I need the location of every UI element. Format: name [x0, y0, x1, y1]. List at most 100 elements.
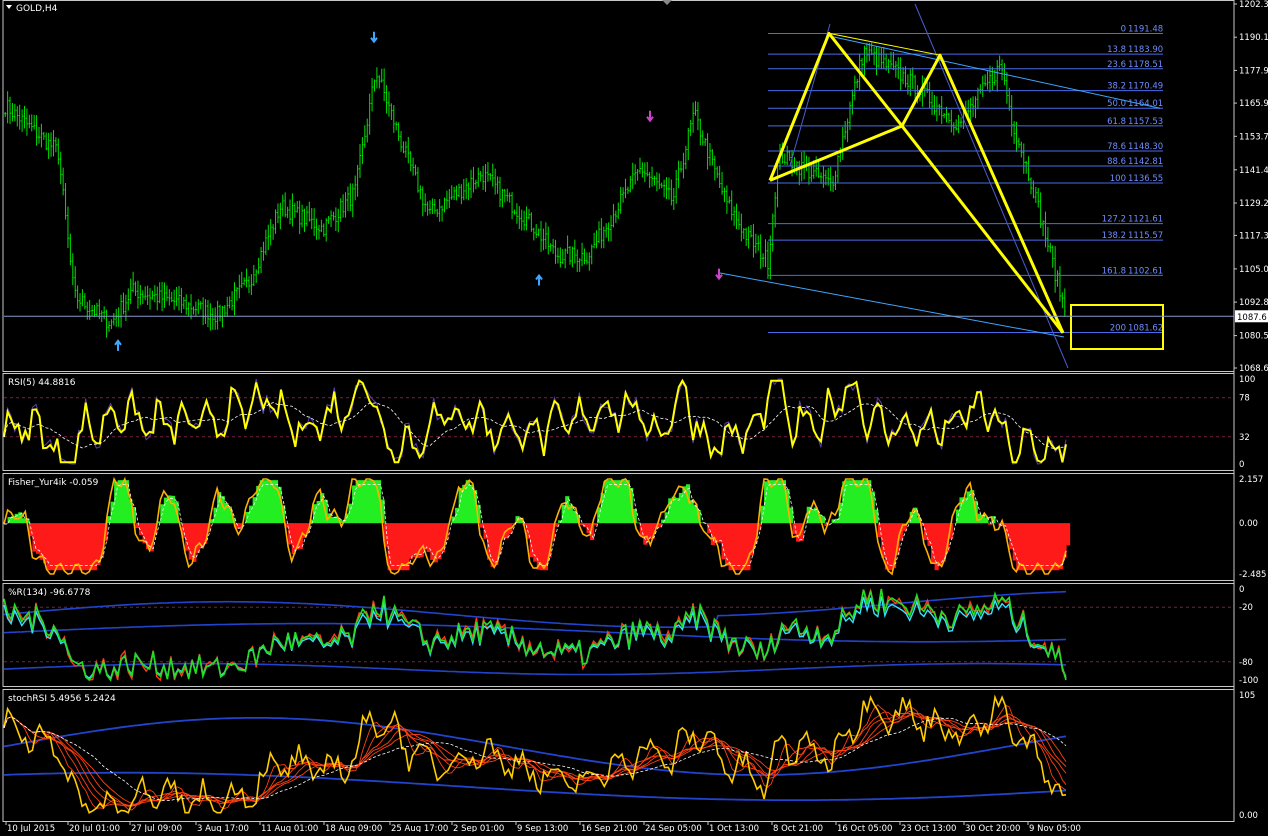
fisher-bar — [370, 480, 374, 523]
fib-level-label: 50.0 — [1107, 99, 1126, 109]
fisher-bar — [927, 523, 931, 546]
indicator-axis-label: 100 — [1239, 375, 1255, 385]
indicator-title: RSI(5) 44.8816 — [8, 378, 76, 388]
time-axis-label: 16 Sep 21:00 — [581, 824, 638, 832]
fib-level-label: 127.2 — [1102, 215, 1126, 225]
fib-level-price: 1148.30 — [1128, 142, 1163, 152]
fisher-bar — [1041, 523, 1045, 570]
fib-level-price: 1170.49 — [1128, 82, 1163, 92]
price-axis-label: 1177.9 — [1239, 66, 1268, 76]
price-axis-label: 1202.3 — [1239, 0, 1268, 10]
fisher-bar — [391, 523, 395, 570]
price-axis-label: 1117.3 — [1239, 231, 1268, 241]
fisher-bar — [1030, 523, 1034, 570]
trading-chart[interactable]: 01191.4813.81183.9023.61178.5138.21170.4… — [0, 0, 1268, 832]
price-axis-label: 1153.7 — [1239, 132, 1268, 142]
time-axis-label: 30 Oct 20:00 — [965, 824, 1020, 832]
fisher-bar — [22, 518, 26, 523]
fib-level-price: 1142.81 — [1128, 157, 1163, 167]
fisher-bar — [1045, 523, 1049, 570]
fib-level-label: 0 — [1121, 24, 1126, 34]
fisher-bar — [54, 523, 58, 570]
fisher-bar — [604, 480, 608, 523]
time-axis-label: 1 Oct 13:00 — [709, 824, 759, 832]
price-axis-label: 1190.1 — [1239, 33, 1268, 43]
fisher-bar — [1027, 523, 1031, 570]
fisher-bar — [196, 523, 200, 553]
indicator-axis-label: -20 — [1239, 603, 1253, 613]
fisher-bar — [395, 523, 399, 570]
fisher-bar — [189, 523, 193, 559]
fisher-bar — [164, 498, 168, 524]
time-axis-label: 8 Oct 21:00 — [773, 824, 823, 832]
fib-level-price: 1157.53 — [1128, 117, 1163, 127]
chart-symbol-title: GOLD,H4 — [16, 4, 58, 14]
time-axis-label: 2 Sep 01:00 — [453, 824, 504, 832]
fisher-bar — [810, 509, 814, 523]
indicator-axis-label: 0 — [1239, 585, 1244, 595]
time-axis-label: 24 Sep 05:00 — [645, 824, 702, 832]
fisher-bar — [171, 496, 175, 523]
chart-window[interactable]: 01191.4813.81183.9023.61178.5138.21170.4… — [0, 0, 1268, 832]
fisher-bar — [420, 523, 424, 557]
fisher-bar — [274, 480, 278, 523]
fisher-bar — [1009, 523, 1013, 549]
fib-level-label: 138.2 — [1102, 231, 1126, 241]
fisher-bar — [427, 523, 431, 552]
fisher-bar — [86, 523, 90, 570]
fib-level-price: 1102.61 — [1128, 266, 1163, 276]
fisher-bar — [430, 523, 434, 560]
fisher-bar — [732, 523, 736, 570]
fisher-bar — [967, 491, 971, 523]
fisher-bar — [665, 512, 669, 523]
fisher-bar — [622, 480, 626, 523]
time-axis-label: 20 Jul 01:00 — [69, 824, 120, 832]
fisher-bar — [679, 493, 683, 523]
fisher-bar — [864, 480, 868, 523]
fisher-bar — [1066, 523, 1070, 545]
time-axis-label: 25 Aug 17:00 — [391, 824, 448, 832]
fisher-bar — [860, 480, 864, 523]
time-axis-label: 9 Nov 05:00 — [1029, 824, 1081, 832]
indicator-axis-label: 0.00 — [1239, 811, 1258, 821]
price-axis-label: 1129.2 — [1239, 199, 1268, 209]
indicator-title: Fisher_Yur4ik -0.059 — [8, 478, 99, 488]
price-axis-label: 1068.6 — [1239, 364, 1268, 374]
current-price-label: 1087.6 — [1237, 313, 1267, 323]
fisher-bar — [249, 506, 253, 524]
fisher-bar — [849, 480, 853, 523]
fisher-bar — [1048, 523, 1052, 570]
fisher-bar — [68, 523, 72, 570]
fisher-bar — [36, 523, 40, 554]
fisher-bar — [469, 485, 473, 523]
fisher-bar — [64, 523, 68, 570]
indicator-axis-label: 78 — [1239, 394, 1250, 404]
fib-level-label: 100 — [1110, 174, 1126, 184]
fisher-bar — [931, 523, 935, 563]
fisher-bar — [796, 523, 800, 542]
fisher-bar — [736, 523, 740, 570]
fisher-bar — [409, 523, 413, 559]
fisher-bar — [1013, 523, 1017, 560]
fisher-bar — [1023, 523, 1027, 570]
time-axis-label: 23 Oct 13:00 — [901, 824, 956, 832]
price-axis-label: 1080.5 — [1239, 332, 1268, 342]
fisher-bar — [778, 480, 782, 523]
price-axis-label: 1141.4 — [1239, 166, 1268, 176]
indicator-axis-label: -2.485 — [1239, 570, 1266, 580]
fisher-bar — [71, 523, 75, 570]
chart-background — [0, 0, 1268, 832]
fib-level-label: 61.8 — [1107, 117, 1126, 127]
fisher-bar — [675, 498, 679, 523]
time-axis-label: 16 Oct 05:00 — [837, 824, 892, 832]
fisher-bar — [79, 523, 83, 570]
fib-level-label: 23.6 — [1107, 60, 1126, 70]
fisher-bar — [846, 480, 850, 523]
time-axis-label: 3 Aug 17:00 — [197, 824, 249, 832]
time-axis-label: 10 Jul 2015 — [7, 824, 55, 832]
fisher-bar — [611, 480, 615, 523]
indicator-title: stochRSI 5.4956 5.2424 — [8, 694, 116, 704]
fib-level-price: 1178.51 — [1128, 60, 1163, 70]
indicator-axis-label: 0.00 — [1239, 519, 1258, 529]
fisher-bar — [775, 480, 779, 523]
